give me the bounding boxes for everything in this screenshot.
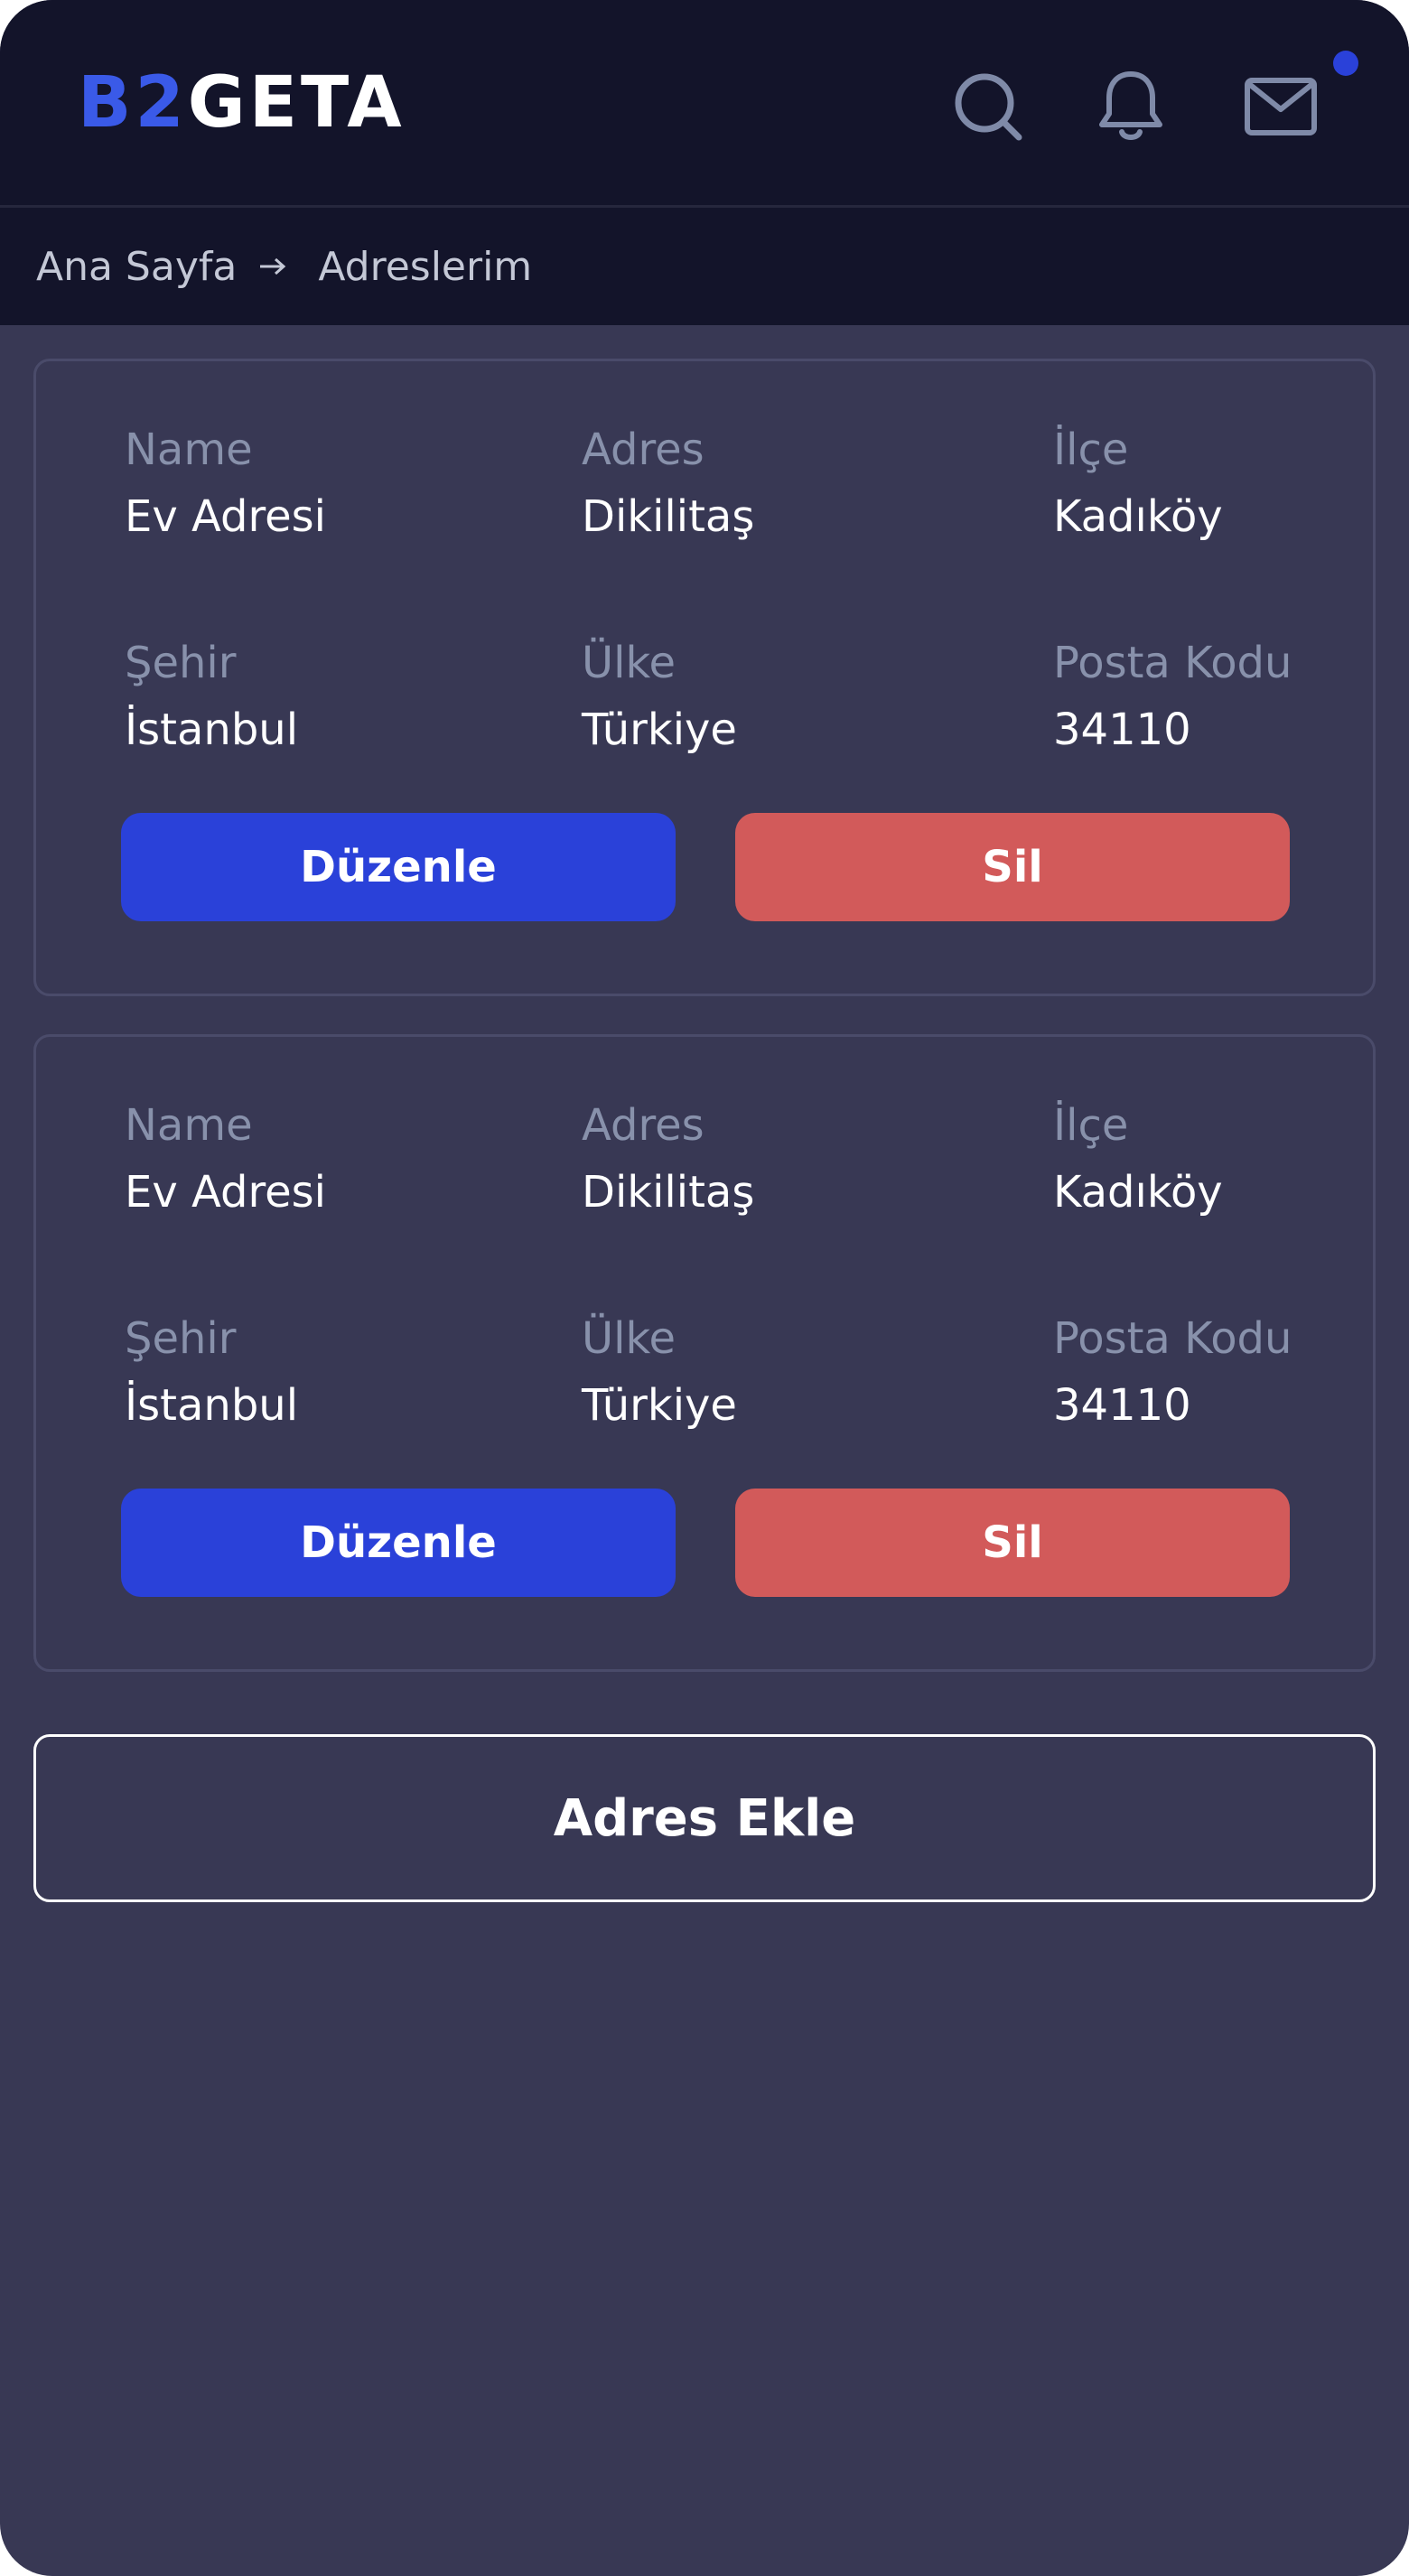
notification-dot: [1333, 51, 1358, 76]
field-label: Şehir: [125, 638, 237, 688]
field-label: Ülke: [582, 638, 677, 688]
top-header: B2 GETA: [0, 0, 1409, 208]
mail-icon: [1245, 78, 1317, 135]
edit-button[interactable]: Düzenle: [121, 1489, 676, 1597]
brand-logo[interactable]: B2 GETA: [78, 62, 406, 144]
field-value: Kadıköy: [1053, 1167, 1223, 1218]
notifications-button[interactable]: [1093, 69, 1169, 145]
field-adres: Adres Dikilitaş: [582, 1100, 754, 1219]
field-sehir: Şehir İstanbul: [125, 1313, 298, 1433]
delete-button[interactable]: Sil: [735, 813, 1290, 921]
field-label: Name: [125, 1100, 253, 1151]
breadcrumb-current: Adreslerim: [318, 243, 533, 290]
field-label: Adres: [582, 1100, 704, 1151]
app-frame: B2 GETA Ana Sayfa Adreslerim Name Ev Adr…: [0, 0, 1409, 2576]
field-ulke: Ülke Türkiye: [582, 638, 737, 757]
field-value: İstanbul: [125, 705, 299, 755]
field-sehir: Şehir İstanbul: [125, 638, 298, 757]
field-label: Şehir: [125, 1313, 237, 1364]
field-label: Ülke: [582, 1313, 677, 1364]
field-name: Name Ev Adresi: [125, 1100, 326, 1219]
field-ulke: Ülke Türkiye: [582, 1313, 737, 1433]
field-value: 34110: [1053, 705, 1191, 755]
arrow-right-icon: [260, 257, 286, 275]
search-icon: [955, 73, 1022, 141]
field-value: Ev Adresi: [125, 491, 327, 542]
search-button[interactable]: [950, 69, 1026, 145]
field-posta-kodu: Posta Kodu 34110: [1053, 638, 1292, 757]
field-label: İlçe: [1053, 425, 1129, 475]
field-adres: Adres Dikilitaş: [582, 425, 754, 544]
field-ilce: İlçe Kadıköy: [1053, 1100, 1223, 1219]
field-label: Posta Kodu: [1053, 1313, 1292, 1364]
field-value: 34110: [1053, 1380, 1191, 1431]
field-value: Türkiye: [582, 705, 737, 755]
delete-button[interactable]: Sil: [735, 1489, 1290, 1597]
field-value: İstanbul: [125, 1380, 299, 1431]
field-label: Adres: [582, 425, 704, 475]
field-label: İlçe: [1053, 1100, 1129, 1151]
breadcrumb-home[interactable]: Ana Sayfa: [36, 244, 237, 290]
address-card: Name Ev Adresi Adres Dikilitaş İlçe Kadı…: [33, 359, 1376, 996]
field-posta-kodu: Posta Kodu 34110: [1053, 1313, 1292, 1433]
field-name: Name Ev Adresi: [125, 425, 326, 544]
field-label: Name: [125, 425, 253, 475]
logo-accent-text: B2: [78, 62, 188, 144]
logo-text: GETA: [187, 62, 406, 144]
add-address-button[interactable]: Adres Ekle: [33, 1734, 1376, 1902]
field-value: Ev Adresi: [125, 1167, 327, 1218]
edit-button[interactable]: Düzenle: [121, 813, 676, 921]
breadcrumb: Ana Sayfa Adreslerim: [0, 208, 1409, 325]
bell-icon: [1099, 71, 1162, 140]
field-value: Dikilitaş: [582, 491, 755, 542]
field-value: Türkiye: [582, 1380, 737, 1431]
field-ilce: İlçe Kadıköy: [1053, 425, 1223, 544]
field-value: Kadıköy: [1053, 491, 1223, 542]
field-label: Posta Kodu: [1053, 638, 1292, 688]
field-value: Dikilitaş: [582, 1167, 755, 1218]
address-card: Name Ev Adresi Adres Dikilitaş İlçe Kadı…: [33, 1034, 1376, 1672]
messages-button[interactable]: [1243, 69, 1319, 145]
